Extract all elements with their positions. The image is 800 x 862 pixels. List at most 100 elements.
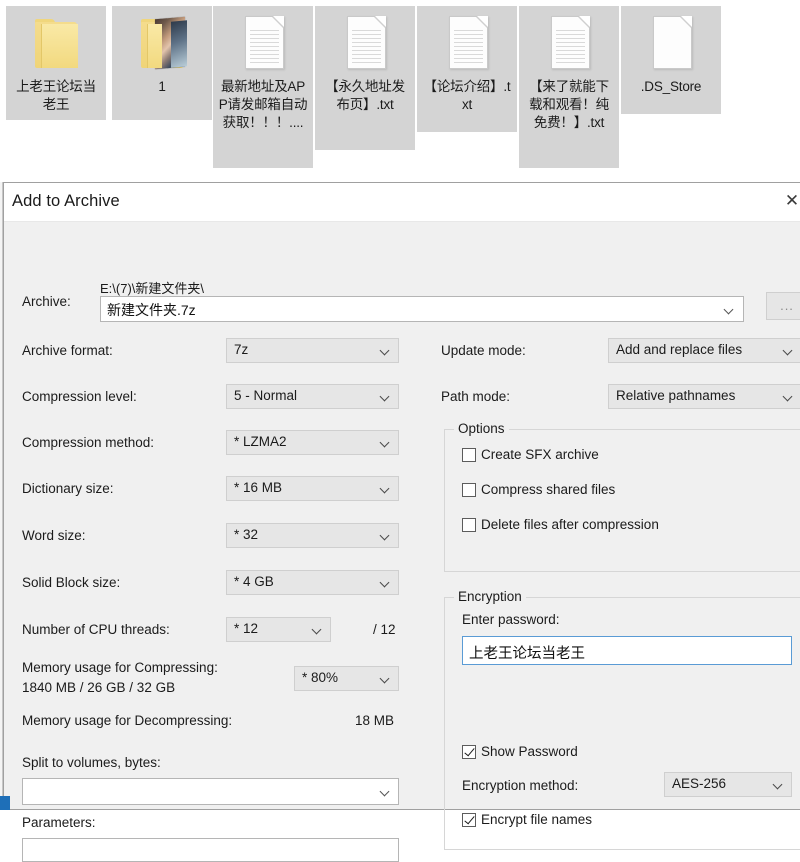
archive-path-text: E:\(7)\新建文件夹\ <box>100 278 204 297</box>
archive-format-value: 7z <box>234 342 248 357</box>
browse-button[interactable]: ... <box>766 292 800 320</box>
chevron-down-icon <box>784 347 793 356</box>
checkbox-box <box>462 483 476 497</box>
document-icon <box>440 12 494 74</box>
encryption-group-title: Encryption <box>454 589 526 604</box>
password-input[interactable]: 上老王论坛当老王 <box>462 636 792 665</box>
checkbox-box <box>462 745 476 759</box>
chevron-down-icon <box>381 347 390 356</box>
chevron-down-icon[interactable] <box>725 306 734 315</box>
parameters-input[interactable] <box>22 838 399 862</box>
desktop-icon-label: .DS_Store <box>625 78 717 96</box>
dictionary-size-select[interactable]: * 16 MB <box>226 476 399 501</box>
chevron-down-icon <box>381 579 390 588</box>
compression-method-label: Compression method: <box>22 435 154 450</box>
folder-icon <box>29 12 83 74</box>
desktop-icon-label: 最新地址及APP请发邮箱自动获取！！！.... <box>217 78 309 132</box>
create-sfx-archive-checkbox[interactable]: Create SFX archive <box>462 447 599 462</box>
update-mode-value: Add and replace files <box>616 342 742 357</box>
desktop-icon-label: 1 <box>116 78 208 96</box>
desktop-icon-doc-newaddress[interactable]: 最新地址及APP请发邮箱自动获取！！！.... <box>213 6 313 168</box>
compress-shared-files-label: Compress shared files <box>481 482 615 497</box>
update-mode-select[interactable]: Add and replace files <box>608 338 800 363</box>
encryption-method-value: AES-256 <box>672 776 726 791</box>
desktop-icon-doc-free[interactable]: 【来了就能下载和观看！纯免费！】.txt <box>519 6 619 168</box>
archive-filename-input[interactable]: 新建文件夹.7z <box>100 296 744 322</box>
memory-usage-value: * 80% <box>302 670 338 685</box>
document-icon <box>338 12 392 74</box>
memory-decompress-label: Memory usage for Decompressing: <box>22 713 232 728</box>
close-icon[interactable]: ✕ <box>779 189 800 213</box>
checkbox-box <box>462 518 476 532</box>
chevron-down-icon <box>313 626 322 635</box>
cpu-threads-label: Number of CPU threads: <box>22 622 170 637</box>
memory-compress-label: Memory usage for Compressing: <box>22 660 218 675</box>
path-mode-value: Relative pathnames <box>616 388 735 403</box>
options-group-title: Options <box>454 421 509 436</box>
compression-level-value: 5 - Normal <box>234 388 297 403</box>
show-password-checkbox[interactable]: Show Password <box>462 744 578 759</box>
archive-format-label: Archive format: <box>22 343 113 358</box>
word-size-select[interactable]: * 32 <box>226 523 399 548</box>
compression-level-label: Compression level: <box>22 389 137 404</box>
memory-decompress-value: 18 MB <box>355 713 394 728</box>
encryption-method-label: Encryption method: <box>462 778 578 793</box>
desktop-icon-doc-intro[interactable]: 【论坛介绍】.txt <box>417 6 517 132</box>
taskbar-edge <box>0 796 10 810</box>
solid-block-size-select[interactable]: * 4 GB <box>226 570 399 595</box>
desktop-icon-folder-1[interactable]: 1 <box>112 6 212 120</box>
desktop-icon-label: 【论坛介绍】.txt <box>421 78 513 114</box>
desktop-icon-doc-permanent[interactable]: 【永久地址发布页】.txt <box>315 6 415 150</box>
path-mode-select[interactable]: Relative pathnames <box>608 384 800 409</box>
show-password-label: Show Password <box>481 744 578 759</box>
dictionary-size-label: Dictionary size: <box>22 481 114 496</box>
archive-format-select[interactable]: 7z <box>226 338 399 363</box>
chevron-down-icon <box>774 781 783 790</box>
dialog-body: Archive: E:\(7)\新建文件夹\ 新建文件夹.7z ... Arch… <box>4 222 800 809</box>
chevron-down-icon <box>381 532 390 541</box>
desktop-icon-area: 上老王论坛当老王 1 最新地址及APP请发邮箱自动获取！！！.... 【永久地址… <box>0 0 800 182</box>
chevron-down-icon <box>381 439 390 448</box>
split-volumes-input[interactable] <box>22 778 399 805</box>
solid-block-size-value: * 4 GB <box>234 574 274 589</box>
browse-button-label: ... <box>767 298 800 313</box>
add-to-archive-dialog: Add to Archive ✕ Archive: E:\(7)\新建文件夹\ … <box>3 182 800 810</box>
cpu-threads-value: * 12 <box>234 621 258 636</box>
cpu-threads-select[interactable]: * 12 <box>226 617 331 642</box>
archive-label: Archive: <box>22 294 71 309</box>
chevron-down-icon <box>381 393 390 402</box>
word-size-value: * 32 <box>234 527 258 542</box>
enter-password-label: Enter password: <box>462 612 560 627</box>
desktop-icon-folder-laowang[interactable]: 上老王论坛当老王 <box>6 6 106 120</box>
desktop-icon-label: 【来了就能下载和观看！纯免费！】.txt <box>523 78 615 132</box>
desktop-icon-ds-store[interactable]: .DS_Store <box>621 6 721 114</box>
desktop-icon-label: 上老王论坛当老王 <box>10 78 102 114</box>
solid-block-size-label: Solid Block size: <box>22 575 120 590</box>
chevron-down-icon <box>381 788 390 797</box>
compression-method-value: * LZMA2 <box>234 434 287 449</box>
memory-usage-select[interactable]: * 80% <box>294 666 399 691</box>
dialog-title: Add to Archive <box>12 192 120 211</box>
word-size-label: Word size: <box>22 528 86 543</box>
chevron-down-icon <box>381 485 390 494</box>
compression-method-select[interactable]: * LZMA2 <box>226 430 399 455</box>
password-value: 上老王论坛当老王 <box>469 642 585 663</box>
path-mode-label: Path mode: <box>441 389 510 404</box>
compression-level-select[interactable]: 5 - Normal <box>226 384 399 409</box>
encrypt-file-names-label: Encrypt file names <box>481 812 592 827</box>
delete-files-after-compression-label: Delete files after compression <box>481 517 659 532</box>
checkbox-box <box>462 813 476 827</box>
archive-filename-value: 新建文件夹.7z <box>107 300 196 320</box>
chevron-down-icon <box>381 675 390 684</box>
dialog-titlebar: Add to Archive ✕ <box>4 183 800 222</box>
blank-document-icon <box>644 12 698 74</box>
encrypt-file-names-checkbox[interactable]: Encrypt file names <box>462 812 592 827</box>
create-sfx-archive-label: Create SFX archive <box>481 447 599 462</box>
encryption-method-select[interactable]: AES-256 <box>664 772 792 797</box>
checkbox-box <box>462 448 476 462</box>
delete-files-after-compression-checkbox[interactable]: Delete files after compression <box>462 517 659 532</box>
folder-with-photo-icon <box>135 12 189 74</box>
document-icon <box>236 12 290 74</box>
document-icon <box>542 12 596 74</box>
compress-shared-files-checkbox[interactable]: Compress shared files <box>462 482 615 497</box>
